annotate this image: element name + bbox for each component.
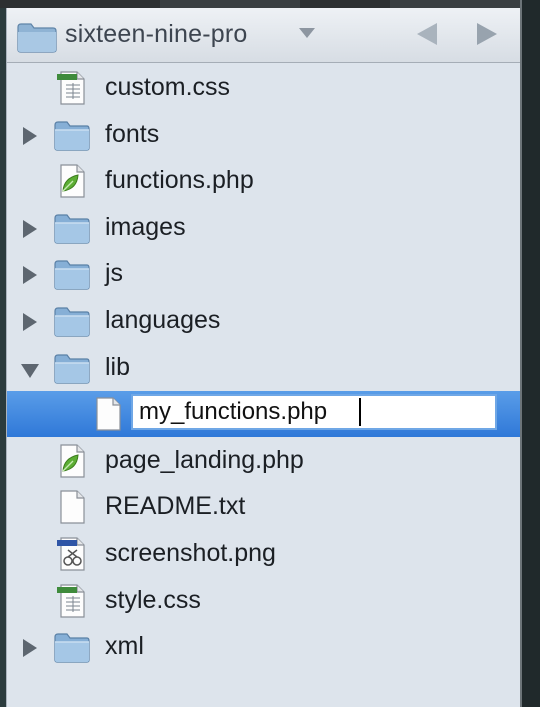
- folder-icon: [53, 118, 91, 152]
- folder-row-js[interactable]: js: [7, 251, 520, 297]
- editor-edge-right: [520, 0, 540, 707]
- tree-item-label: page_landing.php: [105, 445, 304, 474]
- file-row-style-css[interactable]: style.css: [7, 578, 520, 624]
- folder-icon: [53, 630, 91, 664]
- tree-item-label: xml: [105, 632, 144, 661]
- disclosure-closed-icon[interactable]: [23, 313, 37, 331]
- tree-item-label: style.css: [105, 585, 201, 614]
- file-row-page-landing-php[interactable]: page_landing.php: [7, 438, 520, 484]
- folder-icon: [53, 211, 91, 245]
- disclosure-closed-icon[interactable]: [23, 266, 37, 285]
- tree-item-label: languages: [105, 306, 221, 334]
- folder-row-xml[interactable]: xml: [7, 624, 520, 670]
- disclosure-closed-icon[interactable]: [23, 219, 37, 238]
- image-file-icon: [53, 537, 91, 571]
- file-row-functions-php[interactable]: functions.php: [7, 158, 520, 204]
- folder-row-fonts[interactable]: fonts: [7, 112, 520, 158]
- text-file-icon: [53, 490, 91, 524]
- rename-input[interactable]: [131, 394, 497, 431]
- file-row-custom-css[interactable]: custom.css: [7, 65, 520, 111]
- tree-item-label: images: [105, 212, 186, 241]
- tab-divider: [300, 0, 390, 8]
- file-row-readme-txt[interactable]: README.txt: [7, 484, 520, 530]
- disclosure-open-icon[interactable]: [21, 363, 39, 378]
- window-top-strip: [0, 0, 540, 8]
- text-file-icon: [89, 397, 127, 431]
- folder-icon: [53, 304, 91, 338]
- project-sidebar: sixteen-nine-pro custom.css fonts function…: [6, 8, 520, 707]
- tab-divider: [0, 0, 160, 8]
- tree-item-label: README.txt: [105, 492, 246, 521]
- folder-row-lib[interactable]: lib: [7, 345, 520, 391]
- tree-item-label: screenshot.png: [105, 539, 276, 567]
- folder-row-languages[interactable]: languages: [7, 298, 520, 344]
- project-header: sixteen-nine-pro: [7, 8, 520, 63]
- folder-icon: [53, 257, 91, 291]
- tree-item-label: functions.php: [105, 166, 254, 195]
- tree-item-label: custom.css: [105, 73, 231, 101]
- tree-item-label: lib: [105, 352, 131, 381]
- chevron-down-icon[interactable]: [299, 28, 315, 38]
- tree-item-label: js: [105, 259, 124, 288]
- back-arrow-icon[interactable]: [417, 23, 439, 47]
- file-row-my-functions-php[interactable]: [7, 391, 520, 438]
- project-name[interactable]: sixteen-nine-pro: [65, 20, 247, 49]
- disclosure-closed-icon[interactable]: [23, 126, 37, 145]
- css-file-icon: [53, 583, 91, 618]
- css-file-icon: [53, 71, 91, 105]
- file-row-screenshot-png[interactable]: screenshot.png: [7, 531, 520, 577]
- folder-icon: [53, 351, 91, 385]
- disclosure-closed-icon[interactable]: [23, 639, 37, 658]
- text-cursor: [359, 398, 361, 427]
- forward-arrow-icon[interactable]: [475, 23, 497, 47]
- php-file-icon: [53, 444, 91, 478]
- folder-row-images[interactable]: images: [7, 205, 520, 251]
- folder-icon: [17, 23, 57, 53]
- php-file-icon: [53, 164, 91, 198]
- tree-item-label: fonts: [105, 119, 160, 148]
